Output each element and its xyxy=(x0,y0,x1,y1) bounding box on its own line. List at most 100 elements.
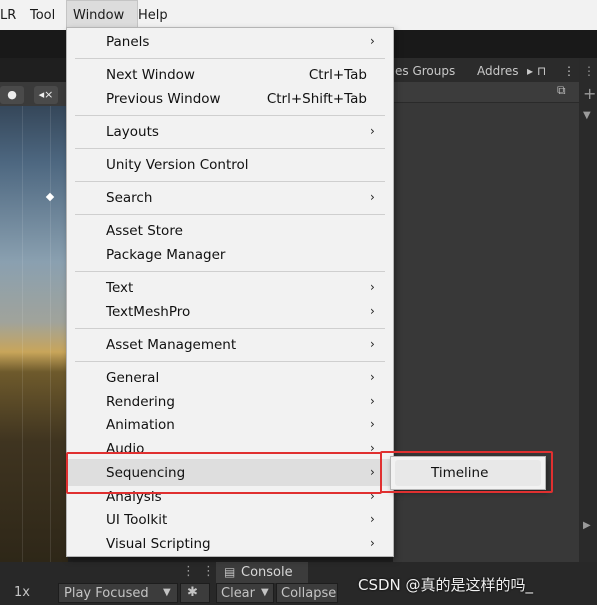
chevron-right-icon: › xyxy=(370,370,375,384)
menu-item-label: Rendering xyxy=(106,394,175,410)
tab-groups[interactable]: es Groups xyxy=(395,64,455,78)
chevron-right-icon[interactable]: ▶ xyxy=(583,520,591,531)
more-icon[interactable]: ⋮ xyxy=(182,564,195,579)
separator xyxy=(75,328,385,329)
right-tabbar: es Groups Addres ▸ ⊓ ⋮ xyxy=(393,58,579,82)
separator xyxy=(75,181,385,182)
clear-label: Clear xyxy=(221,586,255,601)
menu-item-rendering[interactable]: Rendering › xyxy=(67,390,393,413)
chevron-right-icon: › xyxy=(370,465,375,479)
menu-help[interactable]: Help xyxy=(138,8,168,23)
menu-item-text[interactable]: Text › xyxy=(67,276,393,299)
audio-mute-icon[interactable]: ◂× xyxy=(34,86,58,104)
menubar: LR Tool Window Help xyxy=(0,0,597,30)
bug-icon: ✱ xyxy=(187,585,198,600)
chevron-right-icon: › xyxy=(370,441,375,455)
chevron-right-icon: › xyxy=(370,124,375,138)
separator xyxy=(75,58,385,59)
separator xyxy=(75,115,385,116)
menu-item-label: Panels xyxy=(106,34,150,50)
right-subbar: ⧉ xyxy=(393,82,579,103)
menu-item-label: Previous Window xyxy=(106,91,221,107)
menu-item-asset-store[interactable]: Asset Store xyxy=(67,219,393,242)
collapse-label: Collapse xyxy=(281,586,337,601)
console-icon: ▤ xyxy=(224,565,236,579)
menu-item-label: Analysis xyxy=(106,489,162,505)
menu-item-label: Visual Scripting xyxy=(106,536,211,552)
menu-item-label: UI Toolkit xyxy=(106,512,168,528)
menu-item-panels[interactable]: Panels › xyxy=(67,30,393,53)
menu-item-previous-window[interactable]: Previous Window Ctrl+Shift+Tab xyxy=(67,87,393,110)
more-icon[interactable]: ⋮ xyxy=(563,64,575,78)
menu-item-label: Layouts xyxy=(106,124,159,140)
menu-item-layouts[interactable]: Layouts › xyxy=(67,120,393,143)
menu-item-textmeshpro[interactable]: TextMeshPro › xyxy=(67,300,393,323)
tab-console[interactable]: ▤ Console xyxy=(216,562,308,583)
menu-window[interactable]: Window xyxy=(73,8,124,23)
menu-item-label: Asset Management xyxy=(106,337,237,353)
collapse-button[interactable]: Collapse xyxy=(276,583,338,603)
menu-item-visual-scripting[interactable]: Visual Scripting › xyxy=(67,532,393,555)
play-focused-dropdown[interactable]: Play Focused ▼ xyxy=(58,583,178,603)
menu-item-label: Package Manager xyxy=(106,247,226,263)
grid-line xyxy=(22,82,23,562)
menu-item-label: Search xyxy=(106,190,153,206)
window-menu: Panels › Next Window Ctrl+Tab Previous W… xyxy=(66,27,394,557)
menu-item-general[interactable]: General › xyxy=(67,366,393,389)
menu-item-package-manager[interactable]: Package Manager xyxy=(67,243,393,266)
debug-icon[interactable]: ✱ xyxy=(180,583,210,603)
menu-item-search[interactable]: Search › xyxy=(67,186,393,209)
menu-item-sequencing[interactable]: Sequencing › xyxy=(67,459,393,486)
menu-tool[interactable]: Tool xyxy=(30,8,55,23)
chevron-down-icon: ▼ xyxy=(261,587,269,598)
separator xyxy=(75,214,385,215)
add-icon[interactable]: + xyxy=(583,84,596,103)
scene-view[interactable] xyxy=(0,82,68,562)
chevron-down-icon[interactable]: ▼ xyxy=(583,110,591,121)
separator xyxy=(75,271,385,272)
menu-item-analysis[interactable]: Analysis › xyxy=(67,485,393,508)
menu-item-timeline[interactable]: Timeline xyxy=(395,460,541,486)
menu-item-label: Asset Store xyxy=(106,223,183,239)
far-right-strip: ⋮ + ▼ ▶ xyxy=(579,58,597,562)
more-icon[interactable]: ⋮ xyxy=(202,564,215,579)
menu-item-audio[interactable]: Audio › xyxy=(67,437,393,460)
sequencing-submenu: Timeline xyxy=(390,456,546,490)
console-tab-label: Console xyxy=(241,565,293,580)
separator xyxy=(75,361,385,362)
chevron-right-icon: › xyxy=(370,394,375,408)
chevron-right-icon: › xyxy=(370,417,375,431)
menu-item-animation[interactable]: Animation › xyxy=(67,413,393,436)
lock-icon[interactable]: ▸ ⊓ xyxy=(527,64,546,78)
chevron-right-icon: › xyxy=(370,34,375,48)
menu-item-ui-toolkit[interactable]: UI Toolkit › xyxy=(67,508,393,531)
tab-addressables[interactable]: Addres xyxy=(477,64,519,78)
menu-item-label: Sequencing xyxy=(106,465,186,481)
menu-item-label: Text xyxy=(106,280,134,296)
chevron-right-icon: › xyxy=(370,337,375,351)
menu-lr[interactable]: LR xyxy=(0,8,16,23)
grid-line xyxy=(50,82,51,562)
chevron-down-icon: ▼ xyxy=(163,587,171,598)
menu-item-asset-management[interactable]: Asset Management › xyxy=(67,333,393,356)
menu-item-unity-version-control[interactable]: Unity Version Control xyxy=(67,153,393,176)
chevron-right-icon: › xyxy=(370,489,375,503)
chevron-right-icon: › xyxy=(370,304,375,318)
play-focused-label: Play Focused xyxy=(64,586,149,601)
menu-item-shortcut: Ctrl+Tab xyxy=(308,67,367,83)
menu-item-shortcut: Ctrl+Shift+Tab xyxy=(266,91,367,107)
speed-value[interactable]: 1x xyxy=(14,585,30,600)
light-bulb-icon[interactable]: ● xyxy=(0,86,24,104)
chevron-right-icon: › xyxy=(370,190,375,204)
chevron-right-icon: › xyxy=(370,280,375,294)
menu-item-label: Unity Version Control xyxy=(106,157,249,173)
menu-item-label: Next Window xyxy=(106,67,195,83)
clear-dropdown[interactable]: Clear ▼ xyxy=(216,583,274,603)
menu-item-label: General xyxy=(106,370,160,386)
menu-item-label: Timeline xyxy=(431,465,489,481)
menu-item-label: TextMeshPro xyxy=(106,304,191,320)
menu-item-label: Animation xyxy=(106,417,175,433)
menu-item-next-window[interactable]: Next Window Ctrl+Tab xyxy=(67,63,393,86)
more-icon[interactable]: ⋮ xyxy=(583,64,595,78)
inspector-icon[interactable]: ⧉ xyxy=(557,83,566,98)
